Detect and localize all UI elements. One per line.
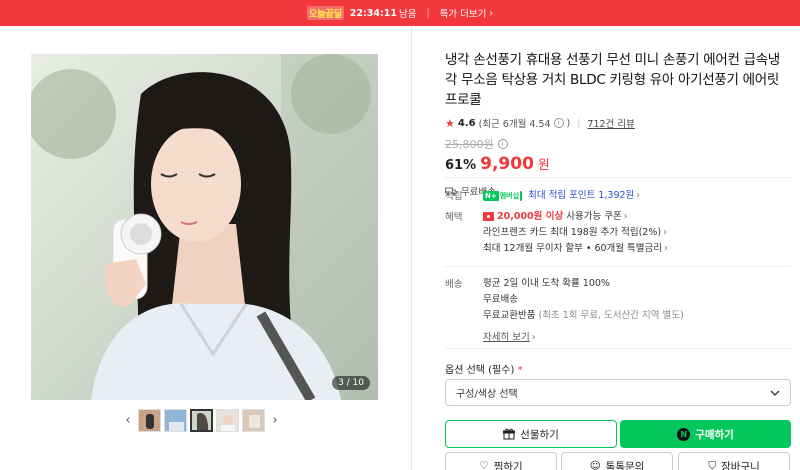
rating-row: ★ 4.6 (최근 6개월 4.54 i ) | 712건 리뷰: [445, 116, 790, 131]
coupon-link[interactable]: 20,000원 이상 사용가능 쿠폰 ›: [483, 209, 668, 225]
max-points-link[interactable]: 최대 적립 포인트 1,392원 ›: [528, 190, 640, 201]
section-divider: [445, 266, 790, 267]
thumbnail-3[interactable]: [190, 409, 213, 432]
cart-button[interactable]: ⛉ 장바구니: [678, 452, 790, 470]
delivery-detail-link[interactable]: 자세히 보기: [483, 332, 530, 343]
buy-button[interactable]: N 구매하기: [620, 420, 791, 448]
wishlist-button[interactable]: ♡ 찜하기: [445, 452, 557, 470]
coupon-icon: [483, 212, 494, 221]
image-counter: 3 / 10: [332, 376, 370, 390]
delivery-return: 무료교환반품 (최초 1회 무료, 도서산간 지역 별도): [483, 308, 684, 324]
cart-button-label: 장바구니: [721, 460, 760, 470]
chevron-right-icon: ›: [531, 332, 536, 343]
review-count-link[interactable]: 712건 리뷰: [587, 116, 634, 130]
heart-icon: ♡: [479, 460, 489, 470]
section-divider: [445, 177, 790, 178]
chevron-down-icon: [770, 390, 780, 396]
delivery-free: 무료배송: [483, 294, 518, 305]
price-row: 61% 9,900 원: [445, 154, 790, 174]
discount-rate: 61%: [445, 158, 477, 173]
coupon-text: 사용가능 쿠폰: [566, 211, 622, 222]
rating-score: 4.6: [457, 117, 476, 129]
promo-banner: 오늘끝딜 22:34:11 남음 | 특가 더보기 ›: [0, 0, 800, 26]
gift-icon: [503, 428, 516, 440]
npay-badge-text: N+: [485, 191, 497, 200]
installment-link[interactable]: 최대 12개월 무이자 할부 • 60개월 특별금리 ›: [483, 241, 668, 257]
chevron-right-icon: ›: [489, 7, 494, 19]
membership-badge-text: 멤버십: [498, 187, 521, 204]
product-main-image[interactable]: 3 / 10: [31, 54, 378, 400]
thumbnail-2[interactable]: [164, 409, 187, 432]
talktalk-button-label: 톡톡문의: [605, 460, 645, 470]
npay-membership-badge: N+ 멤버십: [483, 187, 523, 204]
price-unit: 원: [537, 158, 550, 173]
rating-recent: (최근 6개월 4.54: [478, 119, 551, 130]
option-label-text: 옵션 선택 (필수): [445, 365, 515, 376]
banner-brand: 오늘끝딜: [306, 6, 344, 20]
sale-price: 9,900: [480, 154, 534, 174]
card-benefit-link[interactable]: 라인프렌즈 카드 최대 198원 추가 적립(2%) ›: [483, 225, 668, 241]
gift-button-label: 선물하기: [520, 428, 559, 441]
delivery-detail-row: 자세히 보기 ›: [483, 330, 684, 346]
banner-more-label: 특가 더보기: [439, 9, 487, 20]
points-label: 적립: [445, 191, 463, 202]
max-points-text: 최대 적립 포인트 1,392원: [528, 190, 635, 201]
chevron-right-icon: ›: [623, 211, 628, 222]
banner-more-link[interactable]: 특가 더보기 ›: [439, 6, 494, 21]
rating-separator: |: [577, 117, 581, 129]
chevron-left-icon[interactable]: ‹: [121, 409, 135, 432]
benefits-row: 혜택 20,000원 이상 사용가능 쿠폰 › 라인프렌즈 카드 최대 198원 …: [445, 209, 668, 257]
option-label: 옵션 선택 (필수) *: [445, 361, 523, 376]
thumbnail-strip: ‹ ›: [121, 409, 282, 432]
required-mark: *: [517, 365, 523, 376]
naver-pay-icon: N: [677, 427, 691, 441]
option-select[interactable]: 구성/색상 선택: [445, 379, 791, 406]
product-info: 냉각 손선풍기 휴대용 선풍기 무선 미니 손풍기 에어컨 급속냉각 무소음 탁…: [445, 50, 790, 198]
option-select-value: 구성/색상 선택: [456, 389, 518, 400]
card-benefit-text: 라인프렌즈 카드 최대 198원 추가 적립(2%): [483, 227, 662, 238]
chevron-right-icon: ›: [636, 190, 641, 201]
delivery-eta: 평균 2일 이내 도착 확률 100%: [483, 278, 610, 289]
talktalk-button[interactable]: ☺ 톡톡문의: [561, 452, 673, 470]
delivery-content: 평균 2일 이내 도착 확률 100% 무료배송 무료교환반품 (최초 1회 무…: [483, 276, 684, 346]
product-photo-illustration: [31, 54, 378, 400]
info-icon[interactable]: i: [497, 139, 508, 149]
wishlist-button-label: 찜하기: [493, 460, 523, 470]
delivery-return-main: 무료교환반품: [483, 310, 536, 321]
column-divider: [411, 26, 412, 470]
chevron-right-icon[interactable]: ›: [268, 409, 282, 432]
chevron-right-icon: ›: [664, 243, 668, 254]
thumbnail-1[interactable]: [138, 409, 161, 432]
installment-text: 최대 12개월 무이자 할부 • 60개월 특별금리: [483, 243, 662, 254]
banner-remain-text: 남음: [399, 9, 417, 20]
banner-separator: |: [426, 7, 430, 19]
banner-timer: 22:34:11: [349, 7, 397, 19]
section-divider: [445, 348, 790, 349]
chat-icon: ☺: [589, 460, 601, 470]
cart-icon: ⛉: [708, 459, 717, 470]
thumbnail-4[interactable]: [216, 409, 239, 432]
delivery-return-note: (최초 1회 무료, 도서산간 지역 별도): [538, 310, 684, 321]
benefits-label: 혜택: [445, 212, 463, 223]
gift-button[interactable]: 선물하기: [445, 420, 617, 448]
delivery-row: 배송 평균 2일 이내 도착 확률 100% 무료배송 무료교환반품 (최초 1…: [445, 276, 684, 346]
star-icon: ★: [445, 116, 455, 130]
buy-button-label: 구매하기: [695, 428, 734, 441]
chevron-right-icon: ›: [663, 227, 667, 238]
product-title: 냉각 손선풍기 휴대용 선풍기 무선 미니 손풍기 에어컨 급속냉각 무소음 탁…: [445, 52, 780, 108]
delivery-label: 배송: [445, 279, 463, 290]
thumbnail-5[interactable]: [242, 409, 265, 432]
points-content: N+ 멤버십 최대 적립 포인트 1,392원 ›: [483, 187, 640, 204]
info-icon[interactable]: i: [553, 118, 564, 128]
original-price: 25,800원: [445, 138, 494, 151]
points-row: 적립 N+ 멤버십 최대 적립 포인트 1,392원 ›: [445, 187, 640, 204]
rating-recent-close: ): [566, 117, 571, 129]
original-price-row: 25,800원 i: [445, 136, 790, 152]
coupon-amount: 20,000원 이상: [497, 211, 564, 222]
benefits-content: 20,000원 이상 사용가능 쿠폰 › 라인프렌즈 카드 최대 198원 추가 …: [483, 209, 668, 257]
